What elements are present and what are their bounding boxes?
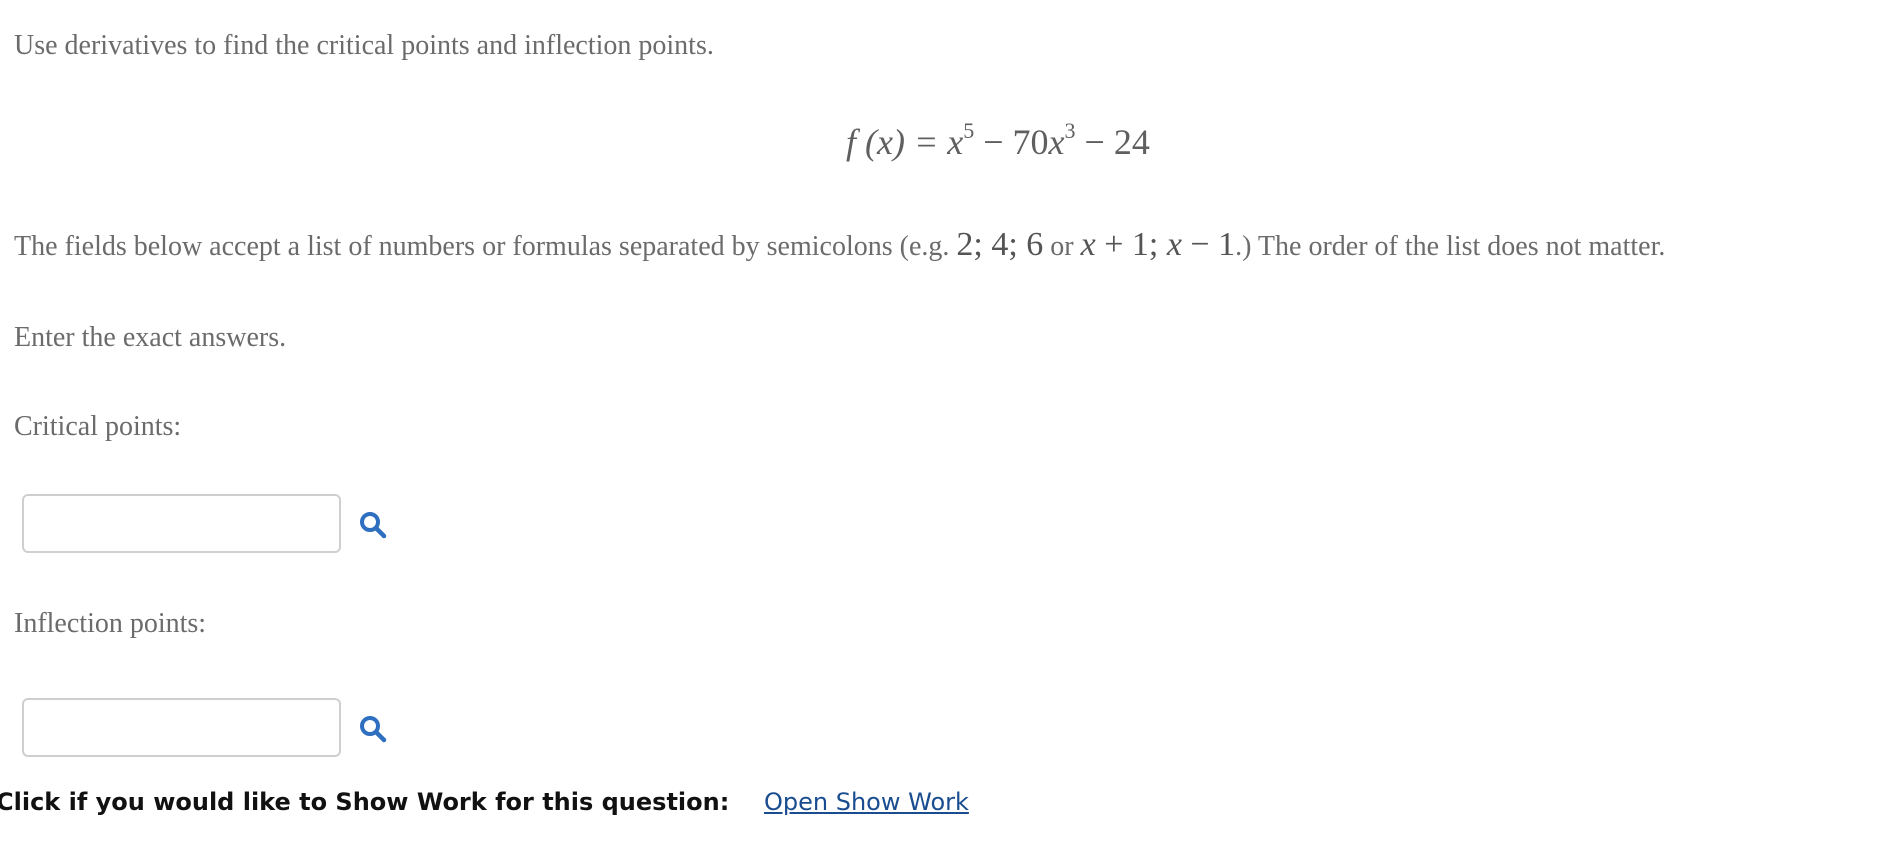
open-show-work-link[interactable]: Open Show Work: [764, 790, 969, 814]
instructions-text: The fields below accept a list of number…: [14, 228, 1665, 262]
show-work-prompt: Click if you would like to Show Work for…: [0, 788, 730, 816]
example-numbers: 2; 4; 6: [956, 226, 1044, 263]
example-formula-x1: x: [1080, 226, 1096, 263]
equation-term2-coef: − 70: [974, 122, 1049, 162]
search-icon[interactable]: [358, 714, 388, 744]
equation-term1-exponent: 5: [963, 118, 975, 143]
instructions-after: .) The order of the list does not matter…: [1235, 231, 1666, 262]
equation-term3: − 24: [1075, 122, 1150, 162]
critical-points-input[interactable]: [22, 494, 341, 553]
equation-term2-exponent: 3: [1064, 118, 1076, 143]
question-intro: Use derivatives to find the critical poi…: [14, 30, 714, 61]
inflection-points-input[interactable]: [22, 698, 341, 757]
search-icon[interactable]: [358, 510, 388, 540]
example-formula-minus: − 1: [1181, 226, 1236, 263]
equation-term1-base: x: [947, 122, 964, 162]
example-formulas: x + 1; x − 1: [1081, 226, 1236, 263]
equation-term2-base: x: [1048, 122, 1065, 162]
example-formula-x2: x: [1166, 226, 1182, 263]
function-equation: f (x) = x5 − 70x3 − 24: [846, 118, 1150, 162]
instructions-or: or: [1043, 231, 1081, 262]
equation-lhs: f (x) =: [846, 122, 948, 162]
inflection-points-label: Inflection points:: [14, 608, 207, 639]
instructions-before: The fields below accept a list of number…: [14, 231, 957, 262]
critical-points-label: Critical points:: [14, 411, 182, 442]
example-formula-plus: + 1;: [1095, 226, 1167, 263]
exact-answers-note: Enter the exact answers.: [14, 322, 287, 353]
